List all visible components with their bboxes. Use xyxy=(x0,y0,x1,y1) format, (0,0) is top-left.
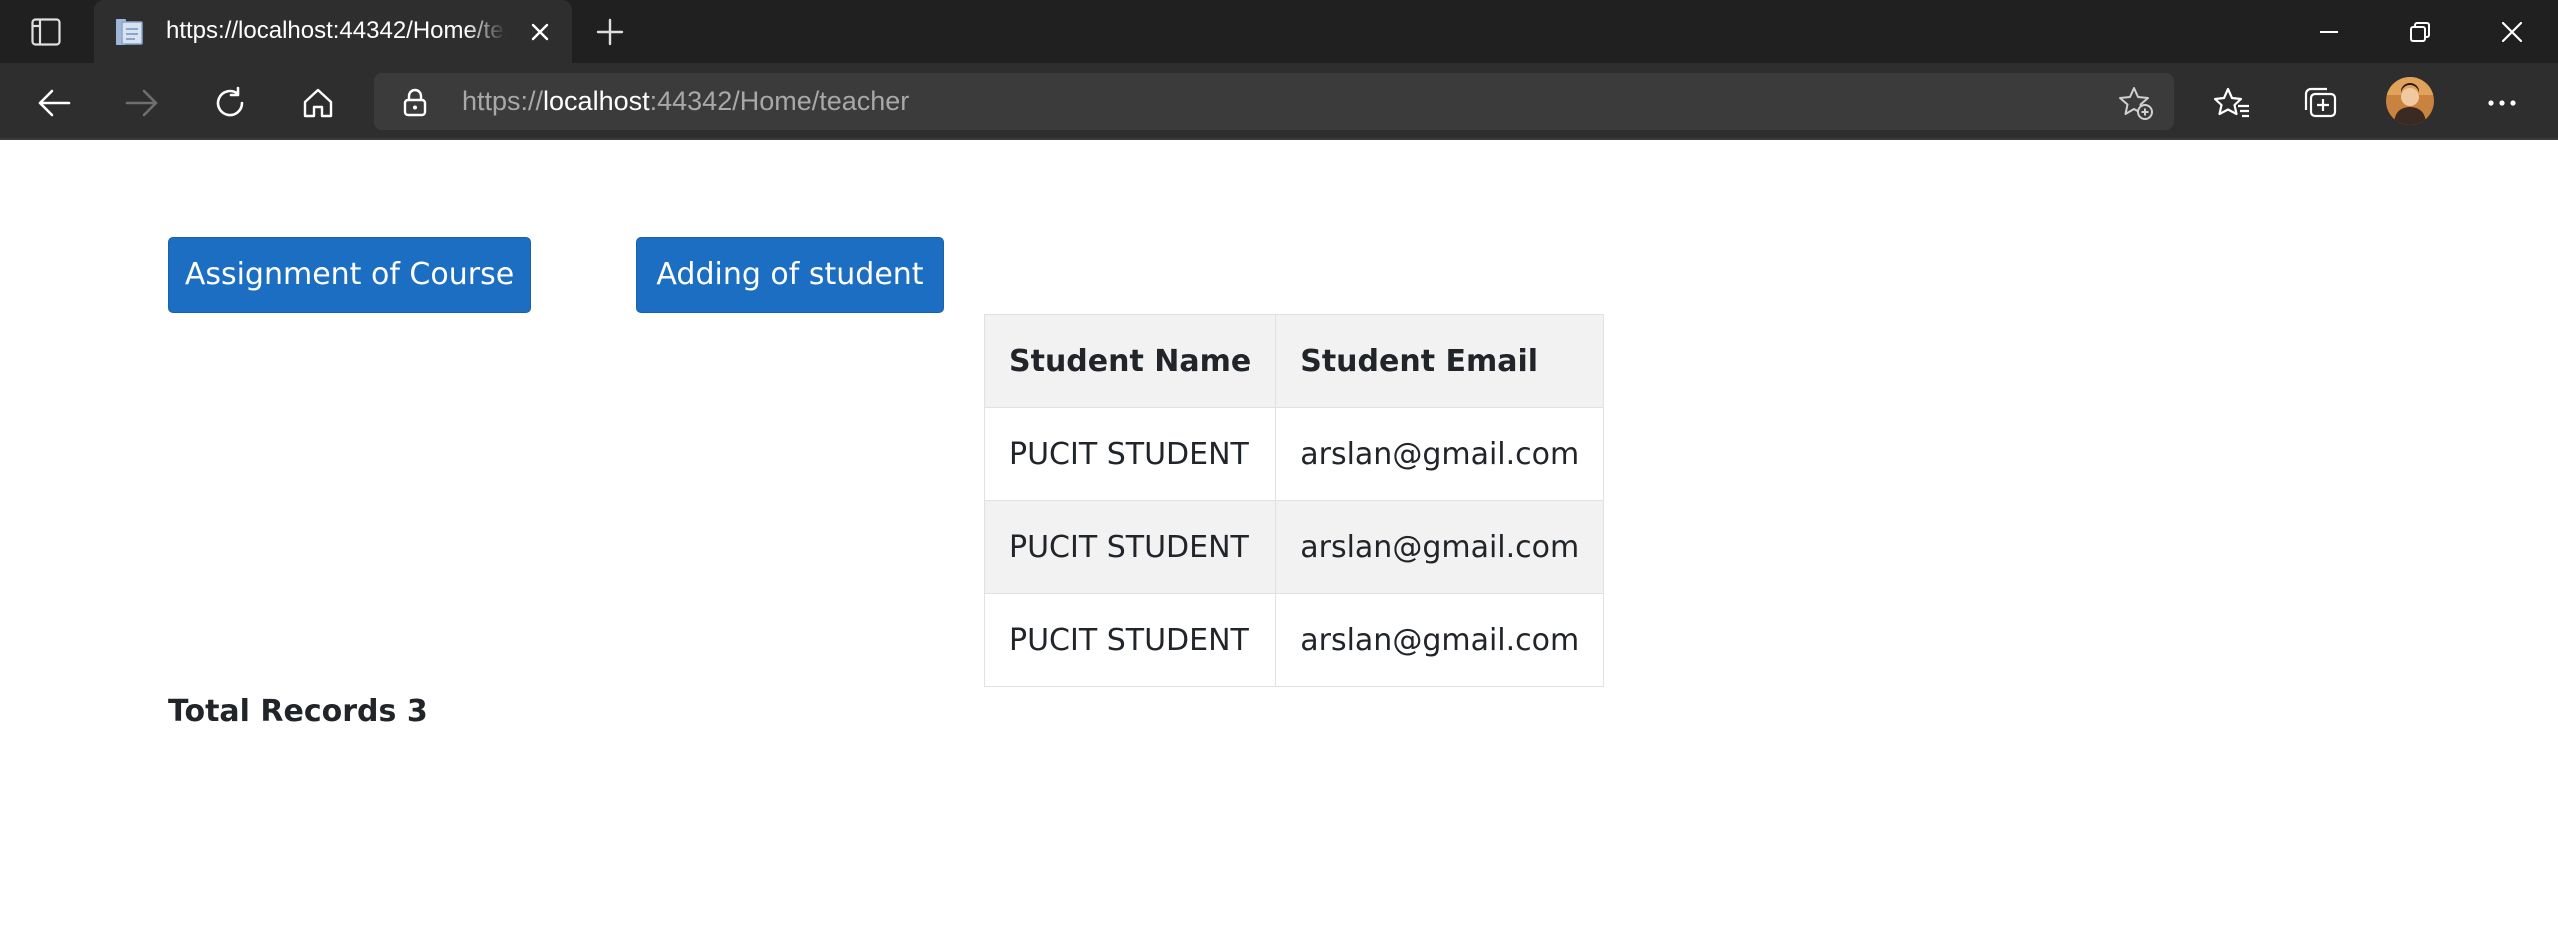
student-email-cell: arslan@gmail.com xyxy=(1275,593,1605,687)
tab-title: https://localhost:44342/Home/teacher xyxy=(166,17,506,44)
refresh-button[interactable] xyxy=(208,81,252,125)
back-arrow-icon xyxy=(38,89,71,117)
browser-tab-active[interactable]: https://localhost:44342/Home/teacher xyxy=(94,0,572,63)
collections-icon xyxy=(2304,87,2337,118)
table-row: PUCIT STUDENT arslan@gmail.com xyxy=(983,593,1605,687)
page-favicon-icon xyxy=(114,16,146,48)
back-button[interactable] xyxy=(32,81,76,125)
students-table: Student Name Student Email PUCIT STUDENT… xyxy=(983,314,1605,687)
student-name-cell: PUCIT STUDENT xyxy=(983,500,1277,594)
browser-toolbar: https://localhost:44342/Home/teacher xyxy=(0,63,2558,140)
forward-arrow-icon xyxy=(125,89,158,117)
favorites-icon xyxy=(2214,87,2249,118)
plus-icon xyxy=(596,18,624,46)
restore-icon xyxy=(2410,21,2430,42)
restore-button[interactable] xyxy=(2376,0,2464,63)
header-student-name: Student Name xyxy=(983,314,1277,408)
address-url[interactable]: https://localhost:44342/Home/teacher xyxy=(462,83,909,120)
more-icon xyxy=(2488,100,2516,106)
forward-button[interactable] xyxy=(120,81,164,125)
minimize-icon xyxy=(2320,30,2338,33)
add-favorite-icon[interactable] xyxy=(2118,85,2154,121)
new-tab-button[interactable] xyxy=(592,14,628,50)
favorites-button[interactable] xyxy=(2210,81,2254,125)
total-records-label: Total Records 3 xyxy=(168,694,428,729)
more-button[interactable] xyxy=(2480,81,2524,125)
tab-actions-icon[interactable] xyxy=(28,17,64,47)
close-window-button[interactable] xyxy=(2468,0,2556,63)
table-row: PUCIT STUDENT arslan@gmail.com xyxy=(983,500,1605,594)
home-icon xyxy=(303,88,333,118)
browser-title-bar: https://localhost:44342/Home/teacher xyxy=(0,0,2558,63)
close-tab-icon[interactable] xyxy=(524,16,556,48)
student-email-cell: arslan@gmail.com xyxy=(1275,407,1605,501)
profile-avatar[interactable] xyxy=(2386,77,2434,125)
close-icon xyxy=(2501,21,2523,42)
assignment-of-course-button[interactable]: Assignment of Course xyxy=(168,237,531,313)
adding-of-student-button[interactable]: Adding of student xyxy=(636,237,944,313)
student-name-cell: PUCIT STUDENT xyxy=(983,593,1277,687)
table-header-row: Student Name Student Email xyxy=(983,314,1605,408)
lock-icon[interactable] xyxy=(400,87,430,117)
collections-button[interactable] xyxy=(2298,81,2342,125)
page-content: Assignment of Course Adding of student S… xyxy=(0,140,2558,948)
url-host: localhost xyxy=(543,86,650,116)
address-bar[interactable]: https://localhost:44342/Home/teacher xyxy=(374,73,2174,130)
minimize-button[interactable] xyxy=(2285,0,2373,63)
student-email-cell: arslan@gmail.com xyxy=(1275,500,1605,594)
refresh-icon xyxy=(216,86,244,117)
url-path: :44342/Home/teacher xyxy=(649,86,910,116)
home-button[interactable] xyxy=(296,81,340,125)
table-row: PUCIT STUDENT arslan@gmail.com xyxy=(983,407,1605,501)
student-name-cell: PUCIT STUDENT xyxy=(983,407,1277,501)
header-student-email: Student Email xyxy=(1275,314,1605,408)
url-scheme: https:// xyxy=(462,86,544,116)
